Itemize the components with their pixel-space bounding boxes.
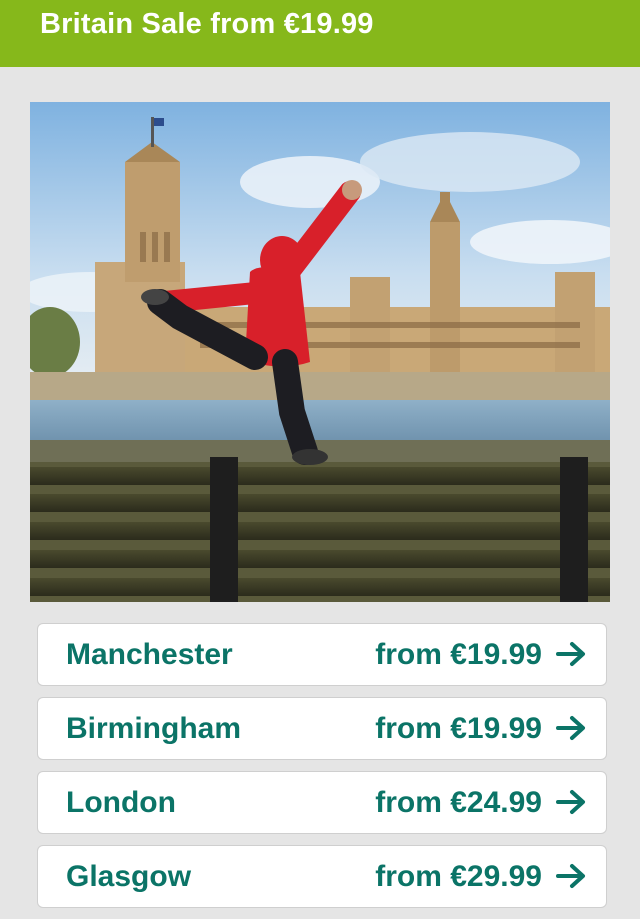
destination-name: Glasgow	[66, 860, 192, 893]
sale-header: Britain Sale from €19.99	[0, 0, 640, 67]
destination-name: Birmingham	[66, 712, 242, 745]
hero-photo	[30, 102, 610, 602]
destination-price: from €19.99	[375, 712, 542, 745]
destination-name: London	[66, 786, 176, 819]
destination-price: from €29.99	[375, 860, 542, 893]
destination-row-manchester[interactable]: Manchester from €19.99	[37, 623, 607, 686]
page-title: Britain Sale from €19.99	[40, 8, 374, 40]
destination-row-birmingham[interactable]: Birmingham from €19.99	[37, 697, 607, 760]
arrow-right-icon	[556, 642, 585, 666]
destination-price: from €19.99	[375, 638, 542, 671]
destination-name: Manchester	[66, 638, 233, 671]
destination-price: from €24.99	[375, 786, 542, 819]
destination-list: Manchester from €19.99 Birmingham from €…	[37, 623, 607, 919]
arrow-right-icon	[556, 790, 585, 814]
destination-row-glasgow[interactable]: Glasgow from €29.99	[37, 845, 607, 908]
hero-image[interactable]	[30, 102, 610, 602]
arrow-right-icon	[556, 864, 585, 888]
arrow-right-icon	[556, 716, 585, 740]
destination-row-london[interactable]: London from €24.99	[37, 771, 607, 834]
